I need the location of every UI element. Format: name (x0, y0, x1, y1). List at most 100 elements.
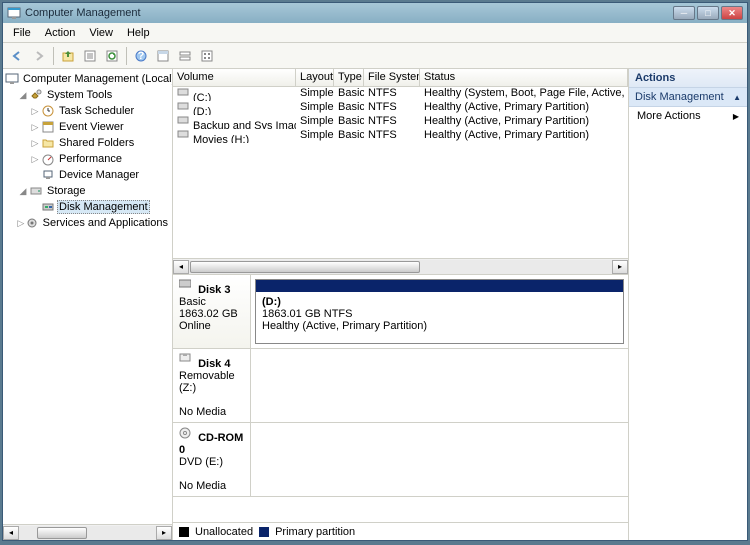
separator (53, 47, 54, 65)
separator (126, 47, 127, 65)
minimize-button[interactable]: ─ (673, 6, 695, 20)
tree-task-scheduler[interactable]: ▷Task Scheduler (5, 103, 170, 119)
computer-icon (5, 72, 19, 86)
collapse-icon[interactable]: ◢ (17, 186, 29, 197)
disk-size: 1863.02 GB (179, 308, 238, 320)
view-graphic-button[interactable] (175, 46, 195, 66)
legend-swatch-unallocated (179, 527, 189, 537)
tree-services-apps[interactable]: ▷Services and Applications (5, 215, 170, 231)
expand-icon[interactable]: ▷ (17, 218, 25, 229)
expand-icon[interactable]: ▷ (29, 154, 41, 165)
tree-system-tools[interactable]: ◢System Tools (5, 87, 170, 103)
drive-icon (177, 87, 191, 101)
refresh-button[interactable] (102, 46, 122, 66)
partition[interactable]: (D:) 1863.01 GB NTFS Healthy (Active, Pr… (255, 279, 624, 344)
maximize-button[interactable]: □ (697, 6, 719, 20)
column-headers: Volume Layout Type File System Status (173, 69, 628, 87)
volume-row[interactable]: Backup and Sys Image (F:) SimpleBasicNTF… (173, 115, 628, 129)
volume-row[interactable]: (C:) SimpleBasicNTFSHealthy (System, Boo… (173, 87, 628, 101)
submenu-arrow-icon: ▶ (733, 112, 739, 121)
help-button[interactable]: ? (131, 46, 151, 66)
expand-icon[interactable]: ▷ (29, 106, 41, 117)
col-volume[interactable]: Volume (173, 69, 296, 86)
disk-icon (179, 279, 193, 293)
properties-button[interactable] (80, 46, 100, 66)
scroll-left-button[interactable]: ◂ (3, 526, 19, 540)
partition-header-bar (256, 280, 623, 292)
actions-pane: Actions Disk Management ▲ More Actions ▶ (629, 69, 747, 540)
disk-mgmt-icon (41, 200, 55, 214)
menu-action[interactable]: Action (39, 25, 82, 41)
disk-meta: CD-ROM 0 DVD (E:) No Media (173, 423, 251, 496)
scroll-thumb[interactable] (37, 527, 87, 539)
legend-label-primary: Primary partition (275, 526, 355, 538)
view-list-button[interactable] (153, 46, 173, 66)
menu-view[interactable]: View (83, 25, 119, 41)
col-status[interactable]: Status (420, 69, 628, 86)
volumes-hscrollbar[interactable]: ◂ ▸ (173, 258, 628, 274)
tree-hscrollbar[interactable]: ◂ ▸ (3, 524, 172, 540)
col-filesystem[interactable]: File System (364, 69, 420, 86)
menu-file[interactable]: File (7, 25, 37, 41)
disk-meta: Disk 3 Basic 1863.02 GB Online (173, 275, 251, 348)
tree-storage[interactable]: ◢Storage (5, 183, 170, 199)
actions-section[interactable]: Disk Management ▲ (629, 88, 747, 107)
legend-label-unallocated: Unallocated (195, 526, 253, 538)
disk-media: No Media (179, 480, 226, 492)
titlebar[interactable]: Computer Management ─ □ ✕ (3, 3, 747, 23)
cdrom-icon (179, 427, 193, 441)
tree-device-manager[interactable]: Device Manager (5, 167, 170, 183)
forward-button[interactable] (29, 46, 49, 66)
app-icon (7, 6, 21, 20)
col-type[interactable]: Type (334, 69, 364, 86)
menu-help[interactable]: Help (121, 25, 156, 41)
disk-type: Removable (Z:) (179, 370, 235, 394)
disk-state: Online (179, 320, 211, 332)
disk-meta: Disk 4 Removable (Z:) No Media (173, 349, 251, 422)
scroll-left-button[interactable]: ◂ (173, 260, 189, 274)
col-layout[interactable]: Layout (296, 69, 334, 86)
legend: Unallocated Primary partition (173, 522, 628, 540)
svg-text:?: ? (138, 50, 145, 62)
close-button[interactable]: ✕ (721, 6, 743, 20)
toolbar: ? (3, 43, 747, 69)
app-window: Computer Management ─ □ ✕ File Action Vi… (2, 2, 748, 541)
tree-root[interactable]: Computer Management (Local) (5, 71, 170, 87)
volume-row[interactable]: (D:) SimpleBasicNTFSHealthy (Active, Pri… (173, 101, 628, 115)
device-icon (41, 168, 55, 182)
partition-desc: 1863.01 GB NTFS (262, 308, 353, 320)
expand-icon[interactable]: ▷ (29, 122, 41, 133)
up-button[interactable] (58, 46, 78, 66)
disk-type: Basic (179, 296, 206, 308)
settings-button[interactable] (197, 46, 217, 66)
tree-performance[interactable]: ▷Performance (5, 151, 170, 167)
back-button[interactable] (7, 46, 27, 66)
disk-row[interactable]: CD-ROM 0 DVD (E:) No Media (173, 423, 628, 497)
tree-shared-folders[interactable]: ▷Shared Folders (5, 135, 170, 151)
disk-row[interactable]: Disk 3 Basic 1863.02 GB Online (D:) 1863… (173, 275, 628, 349)
services-icon (25, 216, 39, 230)
drive-icon (177, 129, 191, 143)
disk-type: DVD (E:) (179, 456, 223, 468)
scroll-right-button[interactable]: ▸ (156, 526, 172, 540)
actions-header: Actions (629, 69, 747, 88)
drive-icon (177, 101, 191, 115)
tree-event-viewer[interactable]: ▷Event Viewer (5, 119, 170, 135)
window-title: Computer Management (25, 7, 141, 19)
tree-disk-management[interactable]: Disk Management (5, 199, 170, 215)
expand-icon[interactable]: ▷ (29, 138, 41, 149)
tools-icon (29, 88, 43, 102)
storage-icon (29, 184, 43, 198)
disk-media: No Media (179, 406, 226, 418)
disk-graphic-pane: Disk 3 Basic 1863.02 GB Online (D:) 1863… (173, 275, 628, 522)
action-more[interactable]: More Actions ▶ (629, 107, 747, 125)
legend-swatch-primary (259, 527, 269, 537)
collapse-icon[interactable]: ◢ (17, 90, 29, 101)
scroll-right-button[interactable]: ▸ (612, 260, 628, 274)
disk-title: Disk 4 (198, 358, 230, 370)
partition-name: (D:) (262, 296, 281, 308)
scroll-thumb[interactable] (190, 261, 420, 273)
volume-row[interactable]: Movies (H:) SimpleBasicNTFSHealthy (Acti… (173, 129, 628, 143)
disk-row[interactable]: Disk 4 Removable (Z:) No Media (173, 349, 628, 423)
drive-icon (177, 115, 191, 129)
